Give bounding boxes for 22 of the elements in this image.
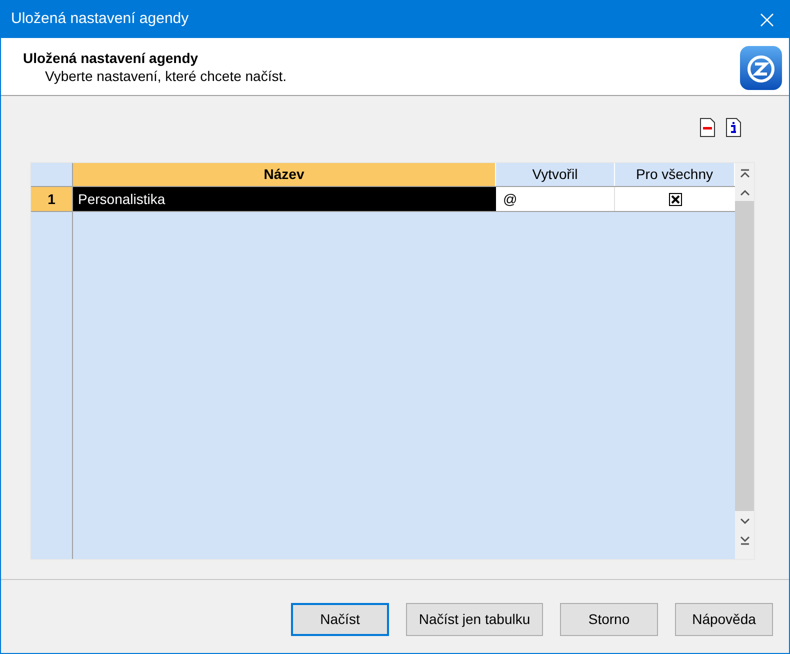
window-title: Uložená nastavení agendy — [11, 9, 189, 30]
scroll-down-icon[interactable] — [740, 517, 750, 525]
header-title: Uložená nastavení agendy — [23, 50, 200, 67]
app-logo-icon — [739, 45, 783, 91]
scroll-up-icon[interactable] — [740, 189, 750, 197]
delete-icon[interactable] — [700, 118, 715, 137]
column-header[interactable]: Název — [73, 163, 496, 186]
header-subtitle: Vyberte nastavení, které chcete načíst. — [44, 67, 286, 85]
scroll-top-icon[interactable] — [740, 169, 750, 179]
checkbox[interactable] — [668, 192, 682, 206]
info-icon[interactable] — [726, 118, 741, 137]
row-number[interactable]: 1 — [31, 187, 73, 211]
table-cell: Personalistika — [73, 187, 496, 211]
close-icon — [760, 12, 774, 26]
dialog-button[interactable]: Nápověda — [675, 603, 773, 636]
scroll-thumb[interactable] — [735, 201, 754, 511]
dialog-button[interactable]: Storno — [560, 603, 658, 636]
dialog-button[interactable]: Načíst — [291, 603, 389, 636]
scrollbar[interactable] — [735, 163, 754, 559]
table-cell: @ — [496, 187, 615, 211]
dialog-button[interactable]: Načíst jen tabulku — [406, 603, 543, 636]
scroll-bottom-icon[interactable] — [740, 535, 750, 545]
